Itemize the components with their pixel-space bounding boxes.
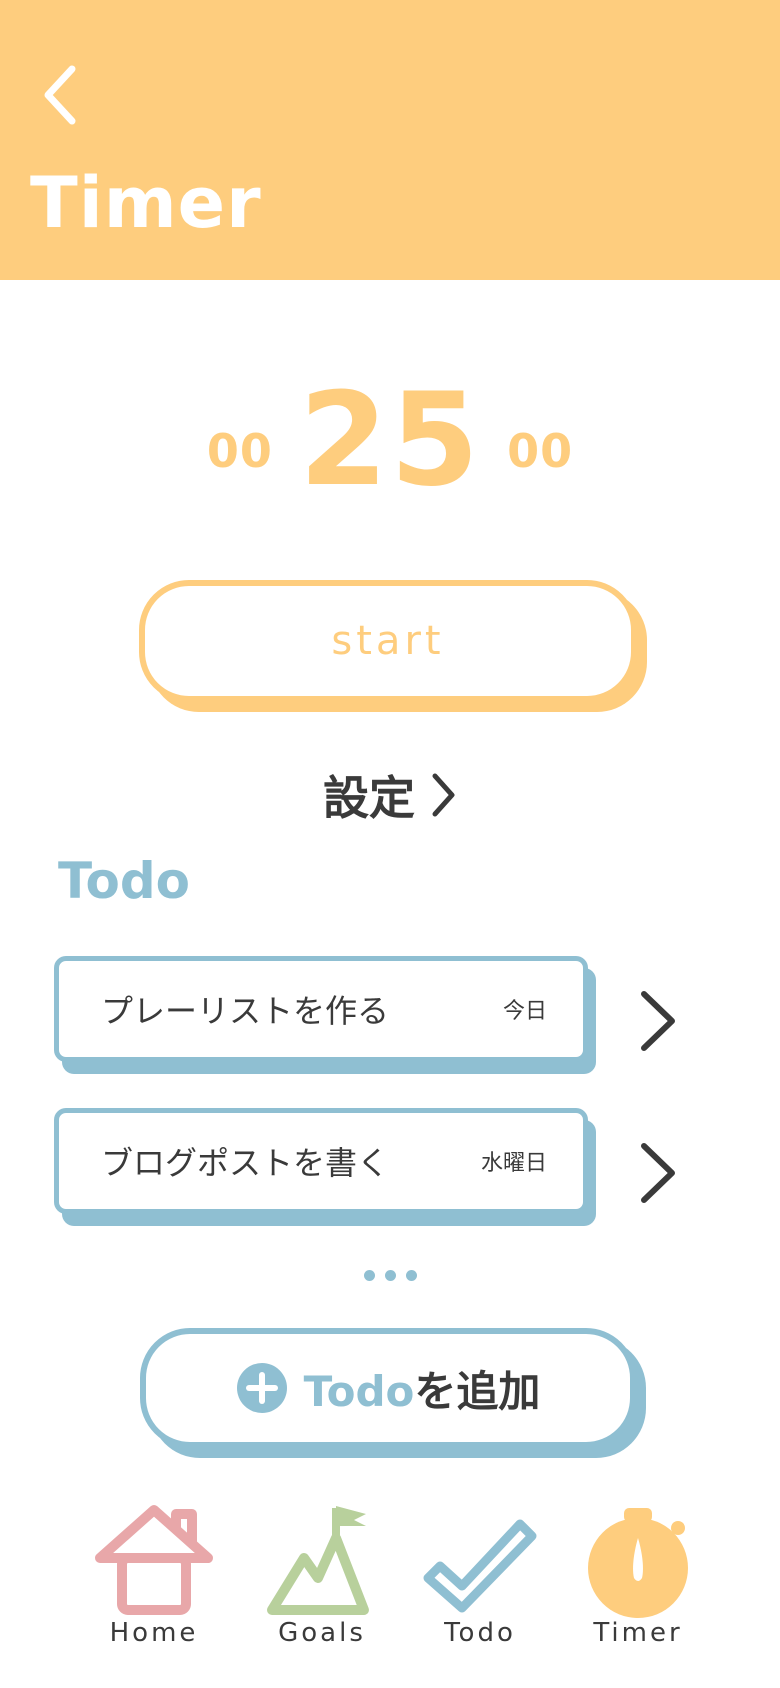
nav-label-goals: Goals <box>278 1618 366 1648</box>
plus-circle-icon <box>236 1363 287 1413</box>
nav-label-home: Home <box>109 1618 199 1648</box>
stopwatch-icon <box>588 1508 688 1618</box>
start-button-label: start <box>331 618 445 664</box>
todo-item-text: プレーリストを作る <box>101 992 390 1030</box>
nav-item-timer[interactable]: Timer <box>568 1490 708 1670</box>
chevron-right-icon[interactable] <box>636 988 680 1054</box>
add-todo-rest: を追加 <box>414 1366 541 1416</box>
timer-minutes: 25 <box>298 365 482 515</box>
nav-label-todo: Todo <box>444 1618 516 1648</box>
settings-link[interactable]: 設定 <box>0 760 780 830</box>
settings-label: 設定 <box>323 771 415 825</box>
back-button[interactable] <box>30 60 90 130</box>
checkmark-icon <box>423 1519 537 1613</box>
todo-item-text: ブログポストを書く <box>101 1144 390 1182</box>
nav-item-todo[interactable]: Todo <box>410 1490 550 1670</box>
chevron-left-icon <box>44 65 76 125</box>
add-todo-button[interactable]: Todoを追加 <box>140 1328 636 1448</box>
timer-display: 00 25 00 <box>0 366 780 515</box>
todo-item-day: 今日 <box>502 999 547 1024</box>
house-icon <box>95 1505 213 1615</box>
chevron-right-icon[interactable] <box>636 1140 680 1206</box>
bottom-nav: Home Goals Todo Timer <box>0 1490 780 1670</box>
todo-item[interactable]: プレーリストを作る 今日 <box>54 956 588 1062</box>
ellipsis-icon[interactable] <box>0 1270 780 1281</box>
nav-label-timer: Timer <box>593 1618 683 1648</box>
header-bar: Timer <box>0 0 780 280</box>
add-todo-word: Todo <box>303 1366 415 1416</box>
ellipsis-dot <box>363 1270 375 1281</box>
nav-item-goals[interactable]: Goals <box>252 1490 392 1670</box>
ellipsis-dot <box>384 1270 396 1281</box>
nav-item-home[interactable]: Home <box>84 1490 224 1670</box>
todo-section-heading: Todo <box>58 852 190 910</box>
start-button[interactable]: start <box>139 580 637 702</box>
page-title: Timer <box>30 162 262 244</box>
todo-item[interactable]: ブログポストを書く 水曜日 <box>54 1108 588 1214</box>
timer-hours: 00 <box>206 424 273 478</box>
mountain-flag-icon <box>267 1506 369 1615</box>
ellipsis-dot <box>405 1270 417 1281</box>
todo-item-day: 水曜日 <box>480 1151 547 1176</box>
timer-seconds: 00 <box>507 424 574 478</box>
chevron-right-icon <box>432 773 455 817</box>
